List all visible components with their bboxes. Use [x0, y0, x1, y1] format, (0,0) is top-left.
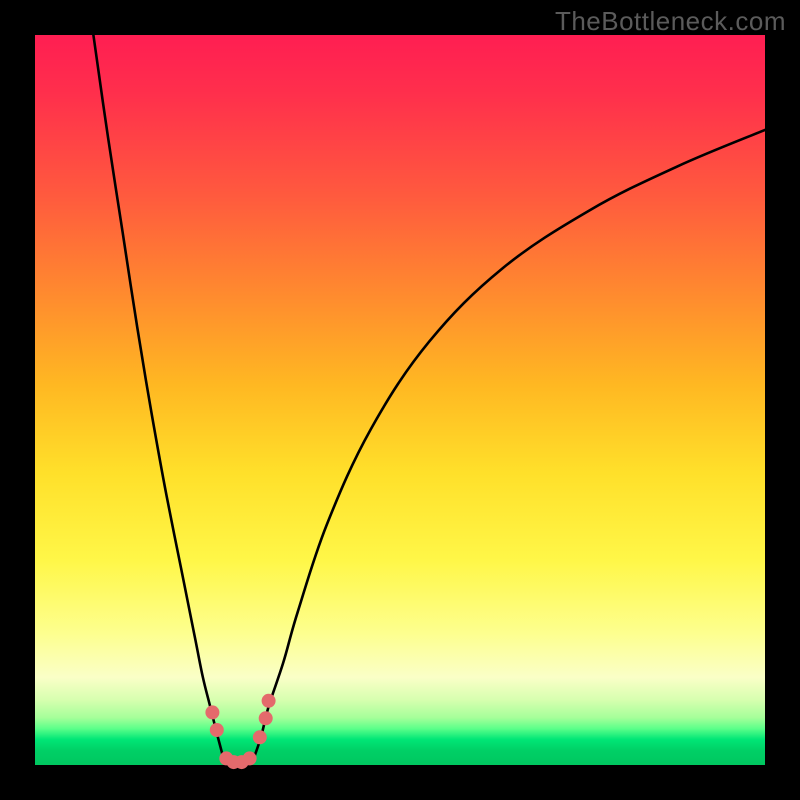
plot-area	[35, 35, 765, 765]
data-point	[253, 730, 267, 744]
data-point	[243, 751, 257, 765]
data-point	[262, 694, 276, 708]
chart-container: TheBottleneck.com	[0, 0, 800, 800]
data-point	[205, 705, 219, 719]
curve-right-branch	[254, 130, 765, 758]
curve-left-branch	[93, 35, 223, 758]
bottleneck-curve	[35, 35, 765, 765]
watermark-text: TheBottleneck.com	[555, 6, 786, 37]
data-point	[210, 723, 224, 737]
data-point	[259, 711, 273, 725]
